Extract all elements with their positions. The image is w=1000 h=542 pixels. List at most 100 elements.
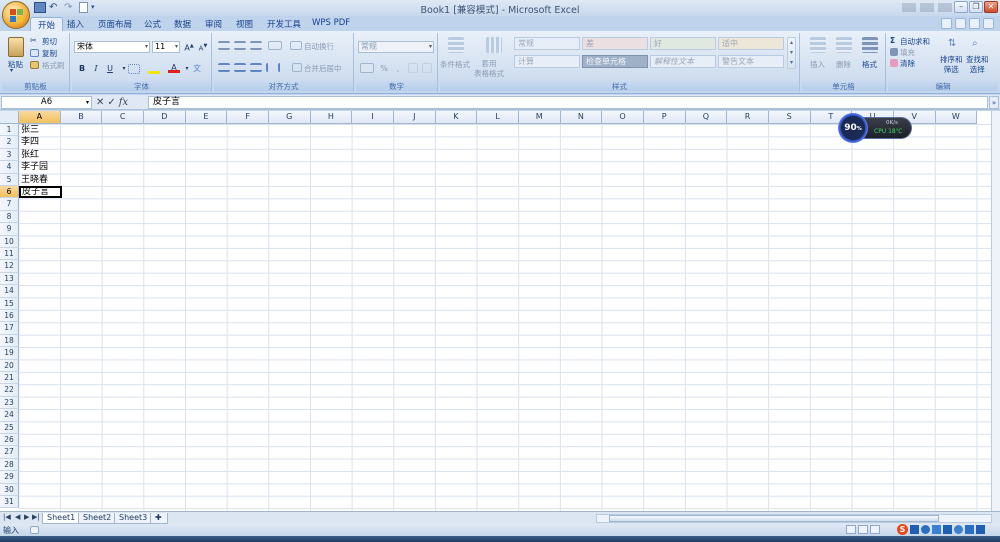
ribbon-minimize-icon[interactable] [955, 18, 966, 29]
row-header-28[interactable]: 28 [0, 458, 19, 472]
delete-cells-button[interactable]: 删除 [836, 59, 851, 70]
row-header-7[interactable]: 7 [0, 198, 19, 211]
align-left-icon[interactable] [218, 63, 230, 72]
row-header-19[interactable]: 19 [0, 347, 19, 360]
column-header-b[interactable]: B [60, 111, 103, 124]
expand-formula-bar-icon[interactable]: » [989, 96, 999, 109]
page-break-view-icon[interactable] [870, 525, 880, 534]
autosum-button[interactable]: 自动求和 [900, 36, 930, 47]
active-cell[interactable]: 皮子言 [19, 186, 62, 199]
paste-dropdown-icon[interactable]: ▾ [10, 67, 13, 74]
tools-icon[interactable] [976, 525, 985, 534]
tab-review[interactable]: 审阅 [198, 17, 229, 31]
column-header-o[interactable]: O [602, 111, 644, 124]
column-header-p[interactable]: P [643, 111, 686, 124]
page-layout-view-icon[interactable] [858, 525, 868, 534]
row-header-22[interactable]: 22 [0, 384, 19, 397]
increase-indent-icon[interactable] [278, 63, 288, 72]
decrease-indent-icon[interactable] [266, 63, 276, 72]
wrap-text-icon[interactable] [290, 41, 302, 50]
cell-a1[interactable]: 张三 [20, 124, 39, 136]
number-format-combo[interactable]: 常规 ▾ [358, 41, 434, 53]
office-button[interactable] [2, 1, 30, 29]
row-header-16[interactable]: 16 [0, 310, 19, 323]
style-calculation[interactable]: 计算 [514, 55, 580, 68]
next-sheet-icon[interactable]: ▶ [24, 513, 29, 521]
row-header-26[interactable]: 26 [0, 434, 19, 447]
style-bad[interactable]: 差 [582, 37, 648, 50]
cell-a4[interactable]: 李子园 [20, 161, 48, 173]
shirt-icon[interactable] [965, 525, 974, 534]
copy-button[interactable]: 复制 [42, 48, 57, 59]
row-header-12[interactable]: 12 [0, 260, 19, 273]
find-select-button[interactable]: 查找和 选择 [966, 55, 989, 75]
punct-icon[interactable] [932, 525, 941, 534]
column-header-j[interactable]: J [393, 111, 436, 124]
insert-function-icon[interactable]: fx [119, 96, 128, 109]
moon-icon[interactable] [921, 525, 930, 534]
style-neutral[interactable]: 适中 [718, 37, 784, 50]
italic-button[interactable]: I [90, 63, 102, 74]
scroll-thumb[interactable] [609, 515, 939, 522]
row-header-8[interactable]: 8 [0, 210, 19, 224]
column-header-c[interactable]: C [102, 111, 144, 124]
help-icon[interactable] [941, 18, 952, 29]
font-color-dropdown-icon[interactable]: ▾ [181, 63, 193, 74]
row-header-24[interactable]: 24 [0, 409, 19, 422]
column-header-i[interactable]: I [352, 111, 394, 124]
column-header-k[interactable]: K [435, 111, 478, 124]
row-header-6[interactable]: 6 [0, 186, 19, 199]
currency-icon[interactable] [360, 63, 374, 73]
phonetic-icon[interactable]: 文 [193, 64, 205, 74]
decrease-decimal-icon[interactable] [422, 63, 432, 73]
format-cells-button[interactable]: 格式 [862, 59, 877, 70]
bold-button[interactable]: B [76, 63, 88, 74]
row-header-31[interactable]: 31 [0, 496, 19, 509]
column-header-q[interactable]: Q [685, 111, 728, 124]
name-box[interactable]: A6 ▾ [1, 96, 92, 109]
column-header-s[interactable]: S [768, 111, 811, 124]
last-sheet-icon[interactable]: ▶| [32, 513, 40, 521]
insert-cells-button[interactable]: 插入 [810, 59, 825, 70]
shrink-font-button[interactable]: A▼ [197, 41, 209, 52]
style-warning[interactable]: 警告文本 [718, 55, 784, 68]
row-header-15[interactable]: 15 [0, 297, 19, 310]
format-as-table-button[interactable]: 套用 表格格式 [474, 59, 504, 79]
column-header-w[interactable]: W [935, 111, 978, 124]
keyboard-icon[interactable] [943, 525, 952, 534]
worksheet-grid[interactable]: ABCDEFGHIJKLMNOPQRSTUVW 1234567891011121… [0, 111, 1000, 511]
row-header-4[interactable]: 4 [0, 161, 19, 174]
column-header-n[interactable]: N [560, 111, 603, 124]
sheet-tab-2[interactable]: Sheet2 [78, 513, 117, 524]
comma-style-icon[interactable]: , [392, 63, 404, 74]
ribbon-close-icon[interactable] [983, 18, 994, 29]
borders-icon[interactable] [128, 64, 140, 74]
macro-record-icon[interactable] [30, 526, 39, 534]
conditional-formatting-button[interactable]: 条件格式 [440, 59, 470, 70]
row-header-17[interactable]: 17 [0, 322, 19, 335]
row-header-20[interactable]: 20 [0, 359, 19, 372]
style-explanatory[interactable]: 解释性文本 [650, 55, 716, 68]
clear-button[interactable]: 清除 [900, 58, 915, 69]
tab-developer[interactable]: 开发工具 [260, 17, 308, 31]
row-header-10[interactable]: 10 [0, 235, 19, 248]
confirm-entry-icon[interactable]: ✓ [107, 96, 115, 109]
column-header-l[interactable]: L [477, 111, 519, 124]
vertical-scrollbar[interactable] [991, 111, 1000, 511]
formula-input[interactable]: 皮子言 [148, 96, 988, 109]
minimize-button[interactable]: – [954, 1, 968, 13]
increase-decimal-icon[interactable] [408, 63, 418, 73]
column-header-d[interactable]: D [143, 111, 186, 124]
column-header-m[interactable]: M [518, 111, 561, 124]
tab-data[interactable]: 数据 [167, 17, 198, 31]
select-all-corner[interactable] [0, 111, 19, 124]
row-header-5[interactable]: 5 [0, 173, 19, 186]
fill-button[interactable]: 填充 [900, 47, 915, 58]
row-header-13[interactable]: 13 [0, 272, 19, 286]
column-header-a[interactable]: A [19, 111, 61, 124]
grow-font-button[interactable]: A▲ [183, 41, 195, 53]
style-good[interactable]: 好 [650, 37, 716, 50]
font-size-combo[interactable]: 11 ▾ [152, 41, 180, 53]
wrap-text-button[interactable]: 自动换行 [304, 41, 334, 52]
font-name-combo[interactable]: 宋体 ▾ [74, 41, 150, 53]
